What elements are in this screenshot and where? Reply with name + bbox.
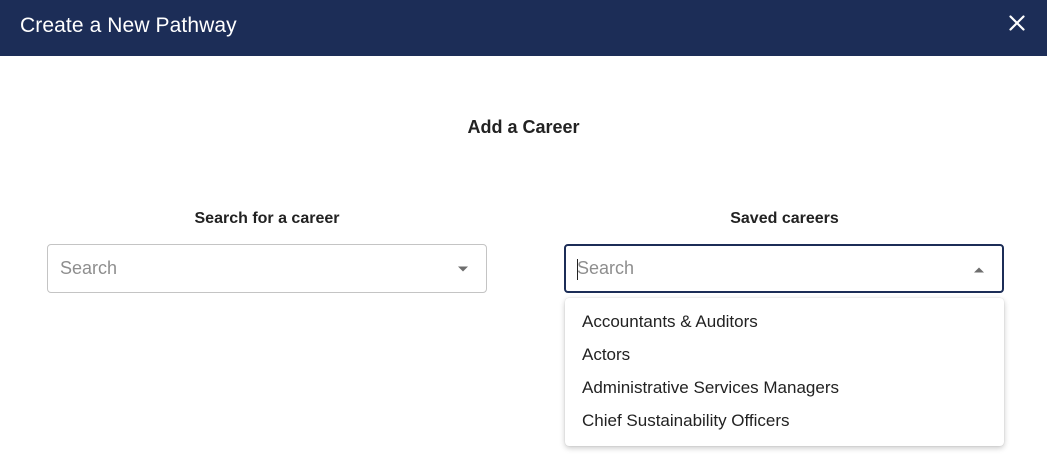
dropdown-option[interactable]: Accountants & Auditors <box>565 310 1004 343</box>
search-career-input[interactable] <box>60 245 440 292</box>
saved-careers-select[interactable] <box>564 244 1004 293</box>
search-career-select[interactable] <box>47 244 487 293</box>
dropdown-option[interactable]: Chief Sustainability Officers <box>565 409 1004 442</box>
caret-up-icon <box>974 267 984 273</box>
close-icon <box>1009 15 1025 31</box>
saved-careers-dropdown-toggle[interactable] <box>964 246 994 291</box>
modal-header: Create a New Pathway <box>0 0 1047 56</box>
caret-down-icon <box>458 266 468 272</box>
search-career-dropdown-toggle[interactable] <box>448 245 478 292</box>
dropdown-option[interactable]: Actors <box>565 343 1004 376</box>
saved-careers-label: Saved careers <box>730 210 839 227</box>
saved-careers-input[interactable] <box>577 246 957 291</box>
search-career-label: Search for a career <box>194 210 340 227</box>
modal-title: Create a New Pathway <box>20 14 237 37</box>
create-pathway-modal: Create a New Pathway Add a Career Search… <box>0 0 1047 472</box>
close-button[interactable] <box>1003 9 1031 37</box>
saved-careers-dropdown-list: Accountants & Auditors Actors Administra… <box>565 298 1004 446</box>
section-title: Add a Career <box>467 117 580 137</box>
text-cursor <box>577 259 578 280</box>
dropdown-option[interactable]: Administrative Services Managers <box>565 376 1004 409</box>
